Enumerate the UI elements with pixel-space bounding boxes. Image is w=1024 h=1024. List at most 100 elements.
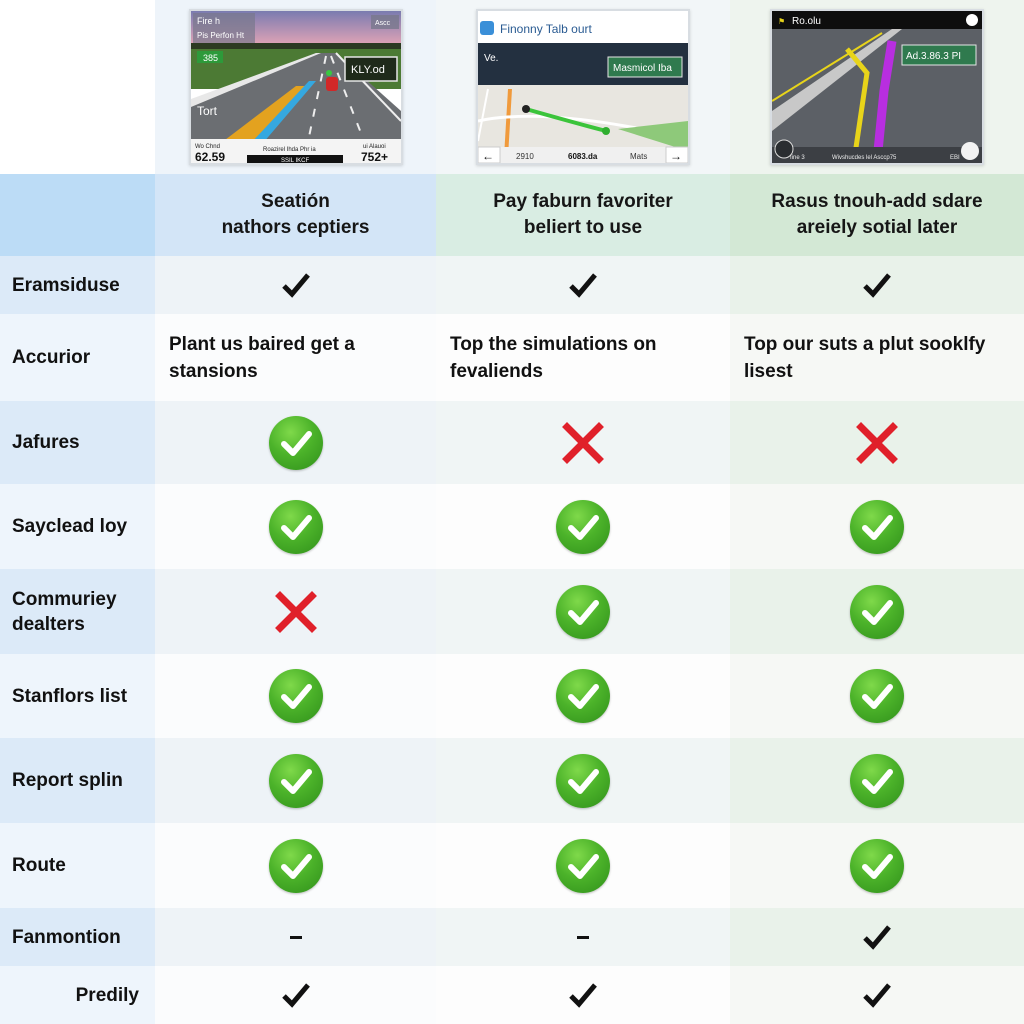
column-header-1: Seatión nathors ceptiers <box>155 174 436 256</box>
screenshot-cell-3: ⚑ Ro.olu Ad.3.86.3 PI Iine 3 Wivshucdes … <box>730 0 1024 174</box>
comparison-table: Fire h Pis Perfon Ht Ascc 385 KLY.od Tor… <box>0 0 1024 1024</box>
row-header-cell: Jafures <box>0 401 155 484</box>
row-label: Jafures <box>12 432 80 453</box>
value-cell: Top our suts a plut sooklfy lisest <box>730 314 1024 401</box>
row-label: Accurior <box>12 347 91 368</box>
table-row: Report splin <box>0 738 1024 823</box>
highway-scene: Fire h Pis Perfon Ht Ascc 385 KLY.od Tor… <box>190 11 401 163</box>
table-row: Predily <box>0 966 1024 1024</box>
column-1-title-line-2: nathors ceptiers <box>221 217 370 238</box>
value-cell: Plant us baired get a stansions <box>155 314 436 401</box>
map-back-button[interactable]: ← <box>482 149 494 163</box>
hw-bc-label: Roazirel Ihda Phr ia <box>263 147 316 153</box>
row-header-cell: Predily <box>0 966 155 1024</box>
table-row: Commuriey dealters <box>0 569 1024 654</box>
map-bottom-center: 6083.da <box>568 152 598 161</box>
green-check-icon <box>268 753 323 808</box>
value-cell <box>730 654 1024 738</box>
screenshot-cell-1: Fire h Pis Perfon Ht Ascc 385 KLY.od Tor… <box>155 0 436 174</box>
dash-icon <box>289 935 302 939</box>
green-check-icon <box>850 753 904 808</box>
green-check-icon <box>556 838 610 893</box>
value-cell <box>436 738 730 823</box>
column-header-row: Seatión nathors ceptiers Pay faburn favo… <box>0 174 1024 256</box>
hw-side-text: Tort <box>197 104 218 118</box>
row-label: Route <box>12 855 66 876</box>
value-cell <box>730 823 1024 908</box>
green-check-icon <box>850 584 904 639</box>
red-x-icon <box>855 421 899 465</box>
column-header-3: Rasus tnouh-add sdare areiely sotial lat… <box>730 174 1024 256</box>
value-cell <box>436 654 730 738</box>
row-label: Report splin <box>12 770 123 791</box>
row-header-cell: Report splin <box>0 738 155 823</box>
column-2-title-line-1: Pay faburn favoriter <box>493 191 673 212</box>
check-icon <box>281 982 311 1008</box>
table-row: Route <box>0 823 1024 908</box>
table-row: Accurior Plant us baired get a stansions T… <box>0 314 1024 401</box>
row-header-cell: Fanmontion <box>0 908 155 966</box>
value-cell <box>155 908 436 966</box>
value-cell <box>436 823 730 908</box>
value-cell <box>436 966 730 1024</box>
value-cell <box>155 401 436 484</box>
row-header-cell: Commuriey dealters <box>0 569 155 654</box>
hw-bl-value: 62.59 <box>195 150 225 163</box>
row-header-cell: Route <box>0 823 155 908</box>
header-corner <box>0 174 155 256</box>
row-label: Fanmontion <box>12 926 121 948</box>
description-text: Plant us baired get a stansions <box>169 333 355 382</box>
hw-br-value: 752+ <box>361 150 388 163</box>
row-label: Sayclead loy <box>12 516 128 537</box>
value-cell <box>436 401 730 484</box>
corner-cell <box>0 0 155 174</box>
value-cell <box>730 484 1024 569</box>
value-cell <box>730 569 1024 654</box>
green-check-icon <box>850 838 904 893</box>
green-check-icon <box>556 669 610 723</box>
value-cell <box>436 484 730 569</box>
red-x-icon <box>561 421 605 465</box>
street-logo-icon: ⚑ <box>778 17 785 26</box>
street-sign: Ad.3.86.3 PI <box>906 51 961 62</box>
dash-icon <box>577 935 589 939</box>
map-bottom-left: 2910 <box>516 152 534 161</box>
street-bottom-left: Iine 3 <box>790 155 805 161</box>
map-forward-button[interactable]: → <box>670 149 682 163</box>
value-cell <box>155 484 436 569</box>
green-check-icon <box>268 415 323 470</box>
value-cell <box>436 256 730 314</box>
table-row: Stanflors list <box>0 654 1024 738</box>
row-header-cell: Sayclead loy <box>0 484 155 569</box>
table-row: Jafures <box>0 401 1024 484</box>
highway-nav-screenshot: Fire h Pis Perfon Ht Ascc 385 KLY.od Tor… <box>188 9 403 165</box>
check-icon <box>862 924 892 950</box>
check-icon <box>862 982 892 1008</box>
value-cell <box>155 654 436 738</box>
value-cell <box>436 569 730 654</box>
column-3-title-line-1: Rasus tnouh-add sdare <box>771 191 983 212</box>
value-cell <box>436 908 730 966</box>
green-check-icon <box>850 669 904 723</box>
map-scene: Finonny Talb ourt Ve. Masmicol Iba ← → 2… <box>478 11 688 163</box>
check-icon <box>862 272 892 298</box>
row-label: Stanflors list <box>12 685 128 707</box>
row-header-cell: Stanflors list <box>0 654 155 738</box>
value-cell <box>730 738 1024 823</box>
row-label: Predily <box>75 984 139 1006</box>
column-3-title-line-2: areiely sotial later <box>796 217 958 238</box>
street-bottom-right: EBI <box>950 155 960 161</box>
table-row: Sayclead loy <box>0 484 1024 569</box>
value-cell <box>730 966 1024 1024</box>
hw-bc-sub: SSIL IKCF <box>281 158 309 163</box>
row-label: Eramsiduse <box>12 274 120 296</box>
map-left-overlay: Ve. <box>484 53 498 64</box>
value-cell <box>155 966 436 1024</box>
map-app-title: Finonny Talb ourt <box>500 22 593 36</box>
value-cell <box>155 569 436 654</box>
value-cell <box>155 738 436 823</box>
green-check-icon <box>850 499 904 554</box>
column-header-2: Pay faburn favoriter beliert to use <box>436 174 730 256</box>
value-cell: Top the simulations on fevaliends <box>436 314 730 401</box>
value-cell <box>155 256 436 314</box>
